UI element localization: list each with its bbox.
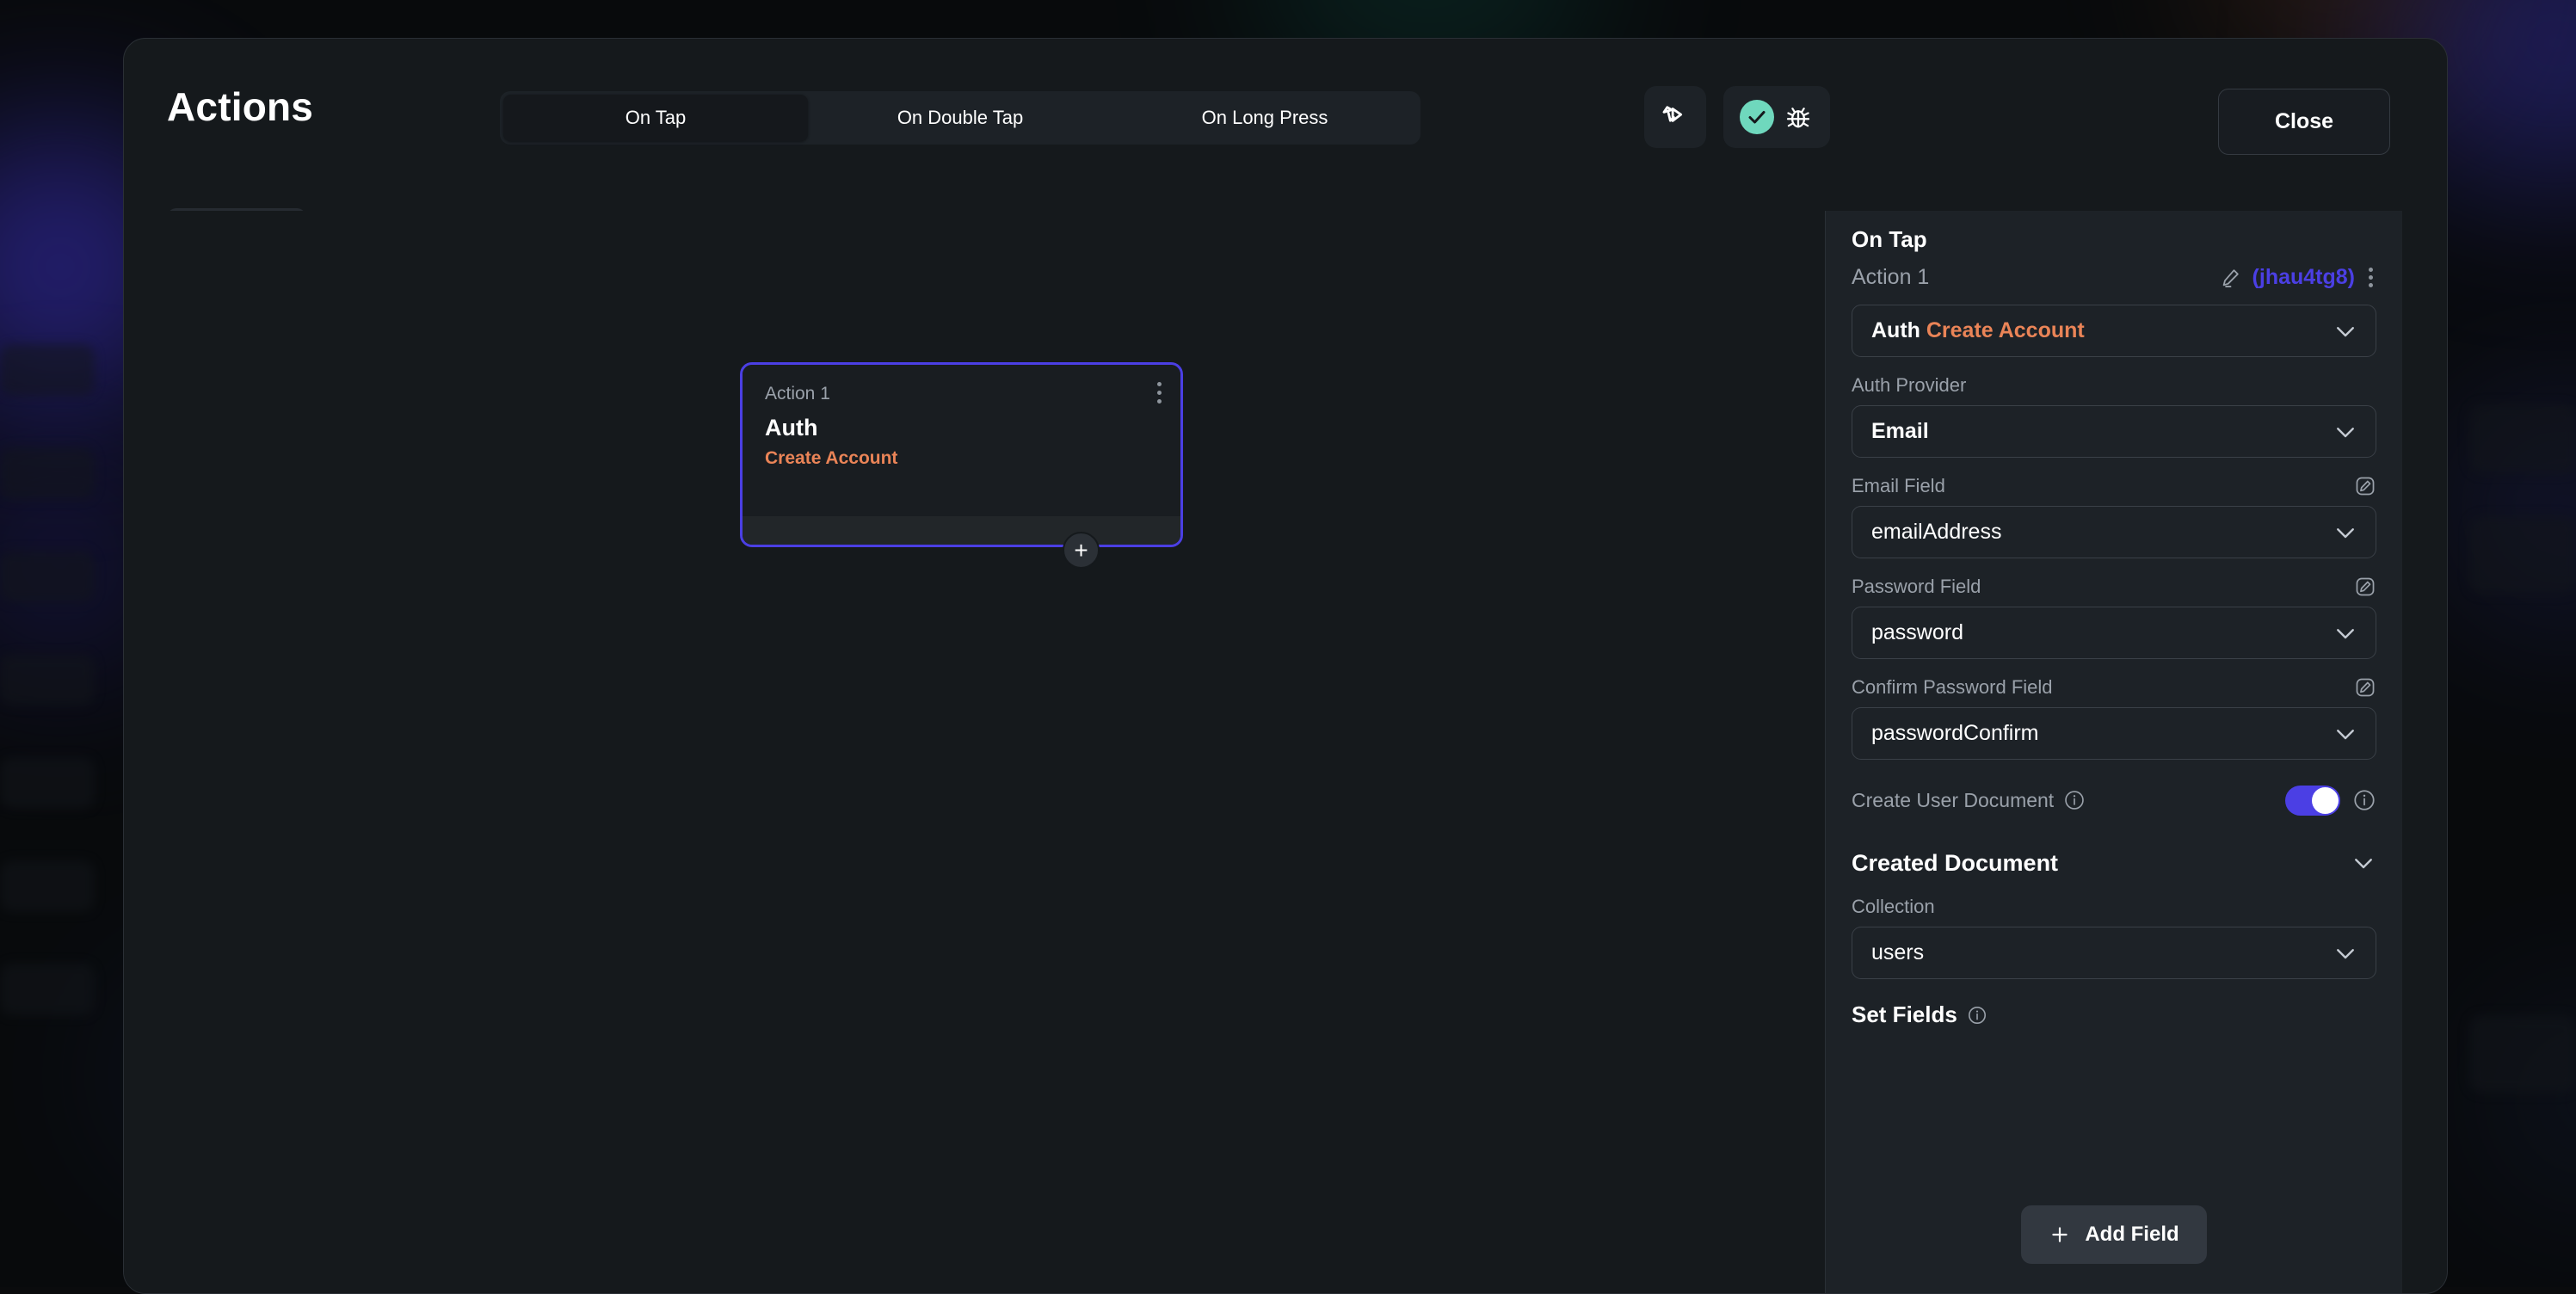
- collection-value: users: [1871, 940, 1924, 965]
- create-user-document-toggle[interactable]: [2285, 786, 2340, 816]
- password-field-label: Password Field: [1852, 576, 1981, 598]
- chevron-down-icon: [2333, 940, 2358, 966]
- modal-header: Actions On Tap On Double Tap On Long Pre…: [124, 39, 2447, 211]
- password-field-select[interactable]: password: [1852, 607, 2376, 659]
- backdrop-shape: [2469, 516, 2576, 594]
- action-type-select[interactable]: Auth Create Account: [1852, 305, 2376, 357]
- widget-tree-button[interactable]: [1644, 86, 1706, 148]
- action-card-body: Action 1 Auth Create Account: [743, 365, 1180, 521]
- created-document-title: Created Document: [1852, 850, 2058, 877]
- auth-provider-label-row: Auth Provider: [1852, 373, 2376, 398]
- edit-square-icon[interactable]: [2354, 475, 2376, 497]
- backdrop-shape: [0, 757, 95, 809]
- chevron-down-icon: [2333, 318, 2358, 344]
- email-field-label: Email Field: [1852, 475, 1945, 497]
- auth-provider-select[interactable]: Email: [1852, 405, 2376, 458]
- backdrop-shape: [0, 964, 95, 1015]
- panel-action-label: Action 1: [1852, 265, 1929, 290]
- set-fields-label: Set Fields: [1852, 1001, 1957, 1028]
- chevron-down-icon: [2333, 419, 2358, 445]
- action-card-footer: [743, 516, 1180, 545]
- plus-icon: [2049, 1223, 2071, 1246]
- add-action-button[interactable]: +: [1063, 532, 1100, 569]
- actions-modal: Actions On Tap On Double Tap On Long Pre…: [123, 38, 2448, 1294]
- backdrop-shape: [2469, 1015, 2576, 1093]
- backdrop-shape: [0, 551, 95, 602]
- action-card-subtitle: Create Account: [765, 448, 1158, 469]
- preview-debug-button-group[interactable]: [1723, 86, 1830, 148]
- collection-label-row: Collection: [1852, 894, 2376, 920]
- tab-on-tap[interactable]: On Tap: [503, 95, 808, 141]
- chevron-down-icon: [2333, 520, 2358, 545]
- page-title: Actions: [167, 83, 313, 130]
- create-user-document-label: Create User Document: [1852, 789, 2054, 812]
- action-type-category: Auth: [1871, 318, 1920, 342]
- tab-on-long-press[interactable]: On Long Press: [1112, 95, 1417, 141]
- panel-action-header-row: Action 1 (jhau4tg8): [1852, 258, 2376, 296]
- collection-label: Collection: [1852, 896, 1935, 918]
- add-field-button[interactable]: Add Field: [2021, 1205, 2207, 1264]
- edit-square-icon[interactable]: [2354, 576, 2376, 598]
- edit-square-icon[interactable]: [2354, 676, 2376, 699]
- confirm-password-field-value: passwordConfirm: [1871, 721, 2039, 746]
- pencil-icon[interactable]: [2219, 266, 2242, 289]
- password-field-value: password: [1871, 620, 1963, 645]
- email-field-label-row: Email Field: [1852, 473, 2376, 499]
- info-circle-icon[interactable]: [2352, 788, 2376, 812]
- widget-tree-icon: [1658, 100, 1692, 134]
- action-properties-panel: On Tap Action 1 (jhau4tg8) Auth Create A…: [1825, 211, 2402, 1294]
- set-fields-row: Set Fields: [1852, 1001, 2376, 1028]
- info-circle-icon[interactable]: [1967, 1005, 1987, 1026]
- tab-on-double-tap[interactable]: On Double Tap: [808, 95, 1112, 141]
- close-button[interactable]: Close: [2218, 89, 2390, 155]
- chevron-down-icon: [2351, 850, 2376, 876]
- auth-provider-label: Auth Provider: [1852, 374, 1966, 397]
- backdrop-shape: [0, 344, 95, 396]
- add-field-label: Add Field: [2085, 1223, 2179, 1247]
- confirm-password-field-label: Confirm Password Field: [1852, 676, 2053, 699]
- auth-provider-value: Email: [1871, 419, 1929, 444]
- email-field-value: emailAddress: [1871, 520, 2001, 545]
- chevron-down-icon: [2333, 721, 2358, 747]
- created-document-section-header[interactable]: Created Document: [1852, 839, 2376, 887]
- panel-action-id[interactable]: (jhau4tg8): [2252, 265, 2355, 290]
- backdrop-shape: [0, 860, 95, 912]
- backdrop-shape: [0, 654, 95, 706]
- email-field-select[interactable]: emailAddress: [1852, 506, 2376, 558]
- password-field-label-row: Password Field: [1852, 574, 2376, 600]
- gesture-tab-group: On Tap On Double Tap On Long Press: [500, 91, 1420, 145]
- collection-select[interactable]: users: [1852, 927, 2376, 979]
- confirm-password-field-select[interactable]: passwordConfirm: [1852, 707, 2376, 760]
- action-flow-canvas[interactable]: Action 1 Auth Create Account +: [124, 211, 1825, 1294]
- action-card-index: Action 1: [765, 384, 1158, 404]
- backdrop-shape: [0, 447, 95, 499]
- confirm-password-field-label-row: Confirm Password Field: [1852, 675, 2376, 700]
- panel-title: On Tap: [1852, 226, 2376, 253]
- action-type-name: Create Account: [1926, 318, 2085, 342]
- info-circle-icon[interactable]: [2063, 789, 2086, 811]
- action-card-more-vertical-icon[interactable]: [1157, 382, 1162, 404]
- backdrop-shape: [2469, 404, 2576, 473]
- panel-more-vertical-icon[interactable]: [2365, 266, 2376, 289]
- bug-icon[interactable]: [1783, 102, 1814, 132]
- action-card[interactable]: Action 1 Auth Create Account: [740, 362, 1183, 547]
- create-user-document-row: Create User Document: [1852, 772, 2376, 829]
- toggle-knob: [2312, 787, 2339, 814]
- check-circle-icon[interactable]: [1740, 100, 1774, 134]
- action-card-title: Auth: [765, 415, 1158, 441]
- chevron-down-icon: [2333, 620, 2358, 646]
